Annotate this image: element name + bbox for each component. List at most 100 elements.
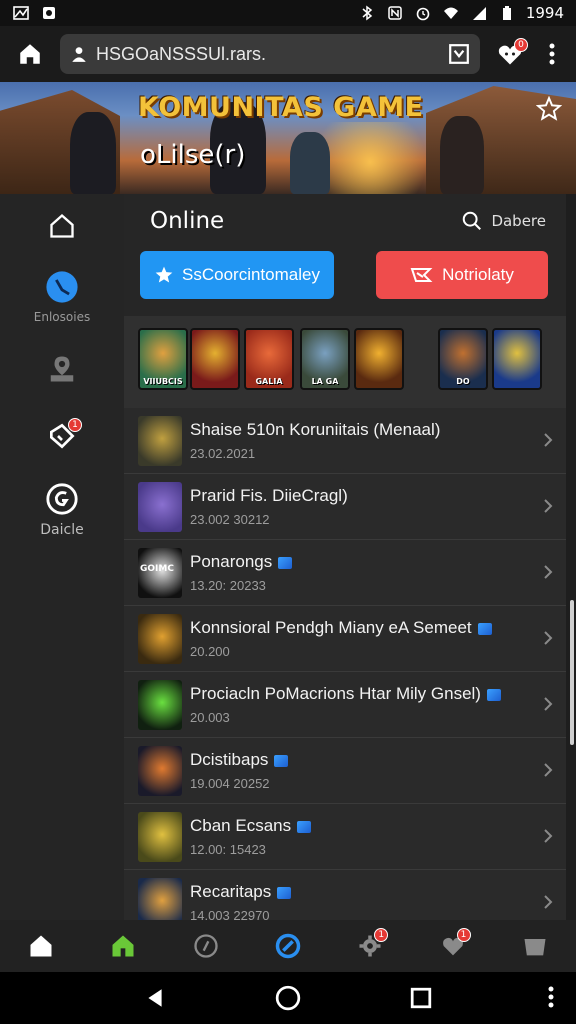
bottom-nav-item[interactable] <box>103 926 143 966</box>
alarm-icon <box>414 5 432 21</box>
list-item-title-text: Prociacln PoMacrions Htar Mily Gnsel) <box>190 684 481 703</box>
recents-icon[interactable] <box>410 987 432 1009</box>
browser-menu-button[interactable] <box>540 36 564 72</box>
more-vertical-icon <box>549 43 555 65</box>
list-item-date: 13.20: 20233 <box>190 578 266 593</box>
url-text: HSGOaNSSSUl.rars. <box>96 43 267 64</box>
compass-blue-icon <box>275 933 301 959</box>
system-navigation <box>0 972 576 1024</box>
search-button[interactable]: Dabere <box>461 210 546 232</box>
bottom-nav-item[interactable]: 1 <box>433 926 473 966</box>
game-tile[interactable] <box>492 328 542 390</box>
list-item-date: 20.003 <box>190 710 230 725</box>
chevron-right-icon <box>544 895 553 909</box>
verified-icon <box>486 688 501 701</box>
user-icon <box>72 47 86 62</box>
bottom-nav-item[interactable] <box>21 926 61 966</box>
game-tile[interactable] <box>190 328 240 390</box>
sidebar: Enlosoies 1 Daicle <box>0 194 124 920</box>
hero-title: KOMUNITAS GAME <box>138 92 424 123</box>
game-tile[interactable]: LA GA <box>300 328 350 390</box>
list-item[interactable]: Prociacln PoMacrions Htar Mily Gnsel) 20.… <box>124 672 566 738</box>
list-item-thumbnail <box>138 614 182 664</box>
home-icon <box>50 213 74 238</box>
bottom-nav-badge: 1 <box>374 928 389 942</box>
hero-banner: KOMUNITAS GAME oLilse(r) <box>0 82 576 194</box>
thumbnail-text: GOIMC <box>140 564 174 574</box>
game-tile[interactable]: GALIA <box>244 328 294 390</box>
house-green-icon <box>112 935 134 957</box>
game-tile[interactable]: VIIUBCIS <box>138 328 188 390</box>
list-item[interactable]: GOIMC Ponarongs 13.20: 20233 <box>124 540 566 606</box>
wifi-icon <box>442 5 460 21</box>
location-icon <box>50 356 74 382</box>
list-item-thumbnail <box>138 680 182 730</box>
battery-icon <box>498 5 516 21</box>
list-item[interactable]: Cban Ecsans 12.00: 15423 <box>124 804 566 870</box>
list-item[interactable]: Shaise 510n Koruniitais (Menaal) 23.02.20… <box>124 408 566 474</box>
game-tile[interactable] <box>354 328 404 390</box>
list-item[interactable]: Dcistibaps 19.004 20252 <box>124 738 566 804</box>
game-tile-label: LA GA <box>311 377 339 386</box>
search-icon <box>463 211 482 230</box>
list-item-title: Cban Ecsans <box>190 816 530 836</box>
scrollbar-thumb[interactable] <box>570 600 574 745</box>
more-vertical-icon[interactable] <box>548 986 554 1008</box>
bottom-navigation: 11 <box>0 920 576 972</box>
secondary-action-label: Notriolaty <box>442 265 514 284</box>
bottom-nav-item[interactable] <box>515 926 555 966</box>
main-content: Online Dabere SsCoorcintomaley Notriolat… <box>124 194 566 936</box>
list-item-thumbnail <box>138 416 182 466</box>
app-notification-icon <box>40 5 58 21</box>
secondary-action-button[interactable]: Notriolaty <box>376 251 548 299</box>
compass-icon <box>46 271 78 303</box>
hero-art-gunner <box>440 116 484 194</box>
home-icon <box>20 44 40 64</box>
primary-action-label: SsCoorcintomaley <box>182 265 320 284</box>
address-bar[interactable]: HSGOaNSSSUl.rars. <box>60 34 480 74</box>
list-item-date: 23.002 30212 <box>190 512 270 527</box>
verified-icon <box>297 820 312 833</box>
home-circle-icon[interactable] <box>275 985 301 1011</box>
game-tile-label: DO <box>456 377 470 386</box>
sidebar-item-label: Daicle <box>40 522 84 538</box>
browser-toolbar: HSGOaNSSSUl.rars. 0 <box>0 26 576 82</box>
list-item-thumbnail: GOIMC <box>138 548 182 598</box>
list-item-title: Dcistibaps <box>190 750 530 770</box>
hero-art-runner <box>290 132 330 194</box>
browser-home-button[interactable] <box>12 36 48 72</box>
search-label: Dabere <box>491 212 546 230</box>
list-item-date: 19.004 20252 <box>190 776 270 791</box>
notifications-button[interactable]: 0 <box>492 36 528 72</box>
list-item-date: 23.02.2021 <box>190 446 256 461</box>
sidebar-item-explore[interactable]: Enlosoies <box>0 270 124 324</box>
image-notification-icon <box>12 5 30 21</box>
sidebar-item-tickets[interactable]: 1 <box>0 418 124 452</box>
list-item-thumbnail <box>138 482 182 532</box>
sidebar-item-home[interactable] <box>0 212 124 240</box>
star-icon <box>155 266 173 283</box>
game-tile[interactable]: DO <box>438 328 488 390</box>
back-icon[interactable] <box>144 987 166 1009</box>
list-item[interactable]: Konnsioral Pendgh Miany eA Semeet 20.200 <box>124 606 566 672</box>
save-page-icon[interactable] <box>448 43 470 65</box>
list-item[interactable]: Prarid Fis. DiieCragl) 23.002 30212 <box>124 474 566 540</box>
bottom-nav-item[interactable]: 1 <box>350 926 390 966</box>
bluetooth-icon <box>358 5 376 21</box>
list-item-title: Ponarongs <box>190 552 530 572</box>
list-item-title: Shaise 510n Koruniitais (Menaal) <box>190 420 530 440</box>
primary-action-button[interactable]: SsCoorcintomaley <box>140 251 334 299</box>
bottom-nav-item[interactable] <box>186 926 226 966</box>
chevron-right-icon <box>544 829 553 843</box>
favorite-star-icon[interactable] <box>536 96 562 122</box>
sidebar-item-location[interactable] <box>0 354 124 384</box>
nfc-icon <box>386 5 404 21</box>
hero-art-soldier <box>70 112 116 194</box>
chevron-right-icon <box>544 433 553 447</box>
page-title: Online <box>150 208 225 234</box>
list-item-title: Konnsioral Pendgh Miany eA Semeet <box>190 618 530 638</box>
list-item-thumbnail <box>138 746 182 796</box>
list-item-title-text: Recaritaps <box>190 882 272 901</box>
bottom-nav-item[interactable] <box>268 926 308 966</box>
sidebar-item-daicle[interactable]: Daicle <box>0 482 124 538</box>
